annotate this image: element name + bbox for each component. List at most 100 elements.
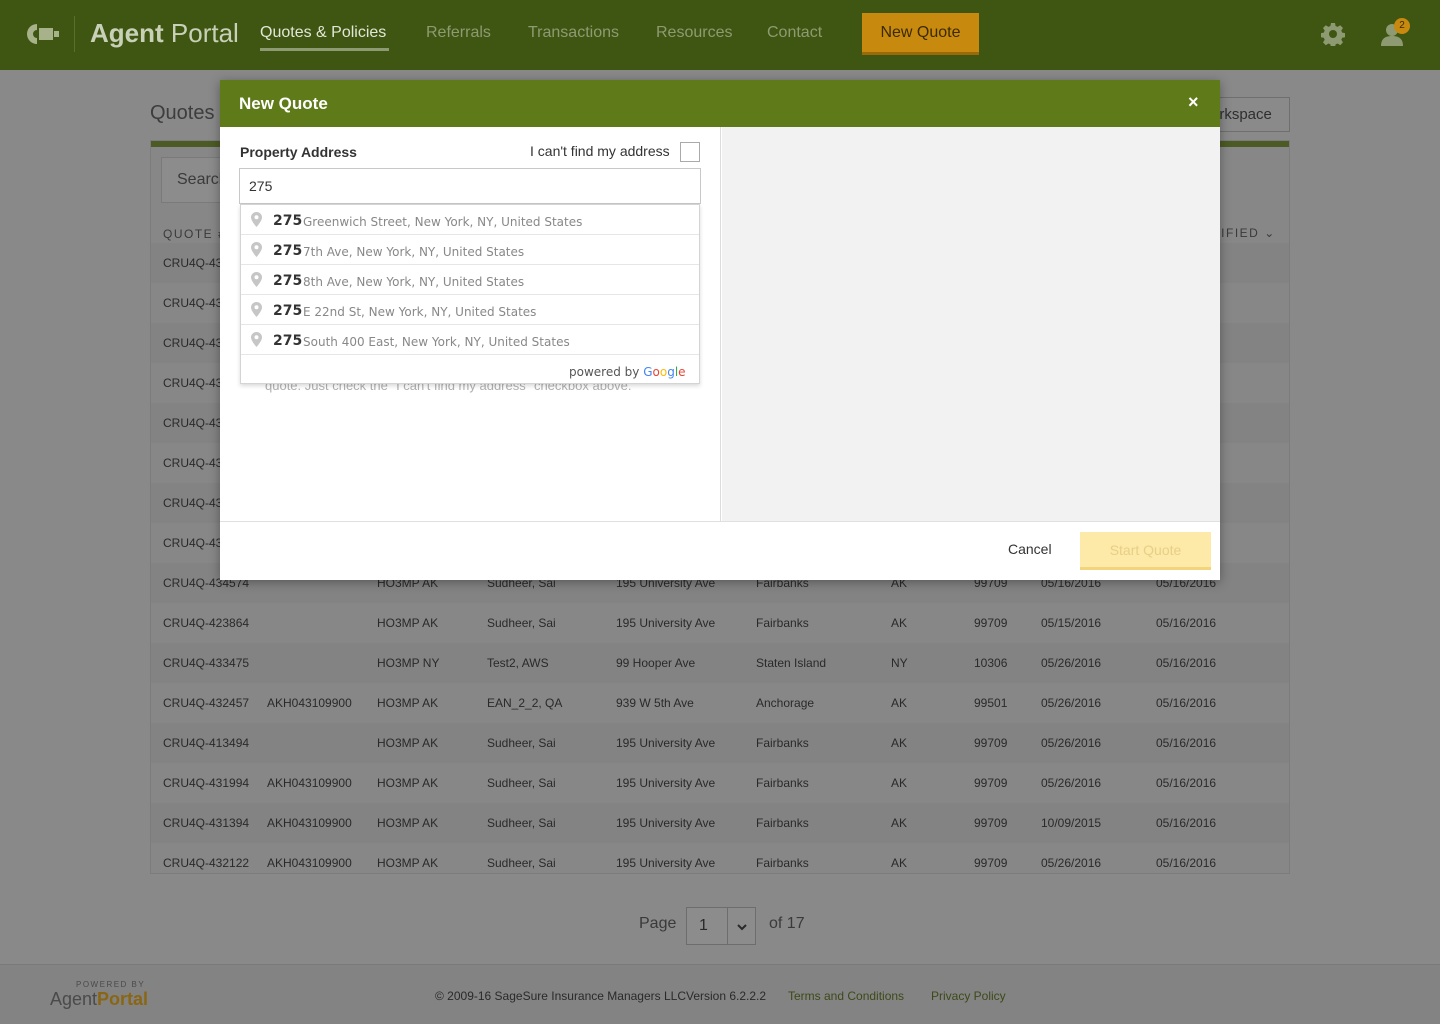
- cant-find-address-checkbox[interactable]: [680, 142, 700, 162]
- created-date-cell: 05/15/2016: [1041, 616, 1102, 630]
- terms-link[interactable]: Terms and Conditions: [788, 989, 904, 1003]
- column-header-modified[interactable]: DIFIED ⌄: [1211, 226, 1276, 240]
- powered-by-google: powered by Google: [569, 365, 686, 379]
- insured-name-cell: Sudheer, Sai: [487, 816, 556, 830]
- page-select[interactable]: 1: [686, 907, 756, 945]
- map-pin-icon: [251, 332, 262, 347]
- nav-active-underline: [260, 48, 389, 51]
- insured-name-cell: Sudheer, Sai: [487, 856, 556, 870]
- map-panel: [722, 127, 1220, 521]
- state-cell: AK: [891, 736, 908, 750]
- product-cell: HO3MP AK: [377, 816, 439, 830]
- nav-referrals[interactable]: Referrals: [426, 24, 491, 42]
- suggestion-number: 275: [273, 333, 303, 349]
- suggestion-address: South 400 East, New York, NY, United Sta…: [303, 335, 570, 349]
- nav-contact[interactable]: Contact: [767, 24, 822, 42]
- map-pin-icon: [251, 302, 262, 317]
- address-suggestion-item[interactable]: 275 Greenwich Street, New York, NY, Unite…: [241, 205, 699, 235]
- city-cell: Fairbanks: [756, 616, 809, 630]
- chevron-down-icon: ⌄: [1264, 226, 1276, 240]
- suggestion-address: Greenwich Street, New York, NY, United S…: [303, 215, 583, 229]
- quote-number-cell: CRU4Q-423864: [163, 616, 250, 630]
- modified-date-cell: 05/16/2016: [1156, 776, 1217, 790]
- address-panel: Property Address I can't find my address…: [220, 127, 721, 521]
- property-address-label: Property Address: [240, 144, 357, 160]
- property-address-input[interactable]: [239, 168, 701, 204]
- modified-date-cell: 05/16/2016: [1156, 656, 1217, 670]
- zip-cell: 99709: [974, 816, 1008, 830]
- suggestion-number: 275: [273, 213, 303, 229]
- quote-number-cell: CRU4Q-432457: [163, 696, 250, 710]
- google-logo: Google: [643, 365, 686, 379]
- city-cell: Fairbanks: [756, 776, 809, 790]
- quote-number-cell: CRU4Q-432122: [163, 856, 250, 870]
- address-cell: 195 University Ave: [616, 856, 716, 870]
- suggestion-number: 275: [273, 243, 303, 259]
- table-row[interactable]: CRU4Q-431994 AKH043109900 HO3MP AK Sudheer,…: [151, 763, 1289, 803]
- address-suggestion-item[interactable]: 275 E 22nd St, New York, NY, United State…: [241, 295, 699, 325]
- address-cell: 195 University Ave: [616, 616, 716, 630]
- suggestion-address: 8th Ave, New York, NY, United States: [303, 275, 525, 289]
- nav-resources[interactable]: Resources: [656, 24, 732, 42]
- modal-title: New Quote: [239, 94, 328, 113]
- address-suggestion-item[interactable]: 275 8th Ave, New York, NY, United States: [241, 265, 699, 295]
- zip-cell: 99709: [974, 616, 1008, 630]
- brand-name[interactable]: Agent Portal: [90, 18, 239, 49]
- new-quote-button[interactable]: New Quote: [862, 13, 979, 55]
- city-cell: Staten Island: [756, 656, 827, 670]
- address-suggestion-item[interactable]: 275 South 400 East, New York, NY, United …: [241, 325, 699, 355]
- zip-cell: 99501: [974, 696, 1008, 710]
- insured-name-cell: Sudheer, Sai: [487, 616, 556, 630]
- table-row[interactable]: CRU4Q-432122 AKH043109900 HO3MP AK Sudheer,…: [151, 843, 1289, 873]
- table-row[interactable]: CRU4Q-433475 HO3MP NY Test2, AWS 99 Hooper …: [151, 643, 1289, 683]
- modified-date-cell: 05/16/2016: [1156, 696, 1217, 710]
- product-cell: HO3MP AK: [377, 616, 439, 630]
- product-cell: HO3MP AK: [377, 856, 439, 870]
- zip-cell: 99709: [974, 856, 1008, 870]
- privacy-link[interactable]: Privacy Policy: [931, 989, 1006, 1003]
- table-row[interactable]: CRU4Q-432457 AKH043109900 HO3MP AK EAN_2_2,…: [151, 683, 1289, 723]
- created-date-cell: 10/09/2015: [1041, 816, 1102, 830]
- city-cell: Fairbanks: [756, 856, 809, 870]
- nav-transactions[interactable]: Transactions: [528, 24, 619, 42]
- gear-icon[interactable]: [1321, 22, 1345, 46]
- cancel-button[interactable]: Cancel: [1008, 541, 1052, 557]
- logo-icon[interactable]: [25, 22, 61, 46]
- map-pin-icon: [251, 212, 262, 227]
- copyright-text: © 2009-16 SageSure Insurance Managers LL…: [435, 989, 686, 1003]
- quote-number-cell: CRU4Q-431394: [163, 816, 250, 830]
- insured-name-cell: Sudheer, Sai: [487, 776, 556, 790]
- pager-total: of 17: [769, 915, 805, 932]
- created-date-cell: 05/26/2016: [1041, 696, 1102, 710]
- city-cell: Anchorage: [756, 696, 815, 710]
- created-date-cell: 05/26/2016: [1041, 736, 1102, 750]
- product-cell: HO3MP AK: [377, 736, 439, 750]
- address-suggestions: 275 Greenwich Street, New York, NY, Unite…: [240, 204, 700, 384]
- table-row[interactable]: CRU4Q-431394 AKH043109900 HO3MP AK Sudheer,…: [151, 803, 1289, 843]
- insured-name-cell: Test2, AWS: [487, 656, 549, 670]
- quote-number-cell: CRU4Q-431994: [163, 776, 250, 790]
- chevron-down-icon[interactable]: [735, 920, 749, 934]
- footer-logo: AgentPortal: [50, 989, 149, 1009]
- insured-name-cell: Sudheer, Sai: [487, 736, 556, 750]
- modal-header: New Quote ×: [220, 80, 1220, 127]
- table-row[interactable]: CRU4Q-423864 HO3MP AK Sudheer, Sai 195 Univ…: [151, 603, 1289, 643]
- start-quote-button[interactable]: Start Quote: [1080, 532, 1211, 570]
- logo-divider: [74, 16, 75, 52]
- created-date-cell: 05/26/2016: [1041, 656, 1102, 670]
- close-icon[interactable]: ×: [1188, 92, 1199, 113]
- table-row[interactable]: CRU4Q-413494 HO3MP AK Sudheer, Sai 195 Univ…: [151, 723, 1289, 763]
- cant-find-address-label[interactable]: I can't find my address: [530, 143, 670, 159]
- suggestion-number: 275: [273, 303, 303, 319]
- column-header-quote[interactable]: QUOTE #: [163, 227, 226, 241]
- nav-quotes-policies[interactable]: Quotes & Policies: [260, 24, 386, 42]
- state-cell: AK: [891, 616, 908, 630]
- address-suggestion-item[interactable]: 275 7th Ave, New York, NY, United States: [241, 235, 699, 265]
- zip-cell: 10306: [974, 656, 1008, 670]
- policy-number-cell: AKH043109900: [267, 696, 352, 710]
- created-date-cell: 05/26/2016: [1041, 856, 1102, 870]
- map-pin-icon: [251, 242, 262, 257]
- map-pin-icon: [251, 272, 262, 287]
- city-cell: Fairbanks: [756, 736, 809, 750]
- footer-powered-by: POWERED BY: [76, 980, 146, 989]
